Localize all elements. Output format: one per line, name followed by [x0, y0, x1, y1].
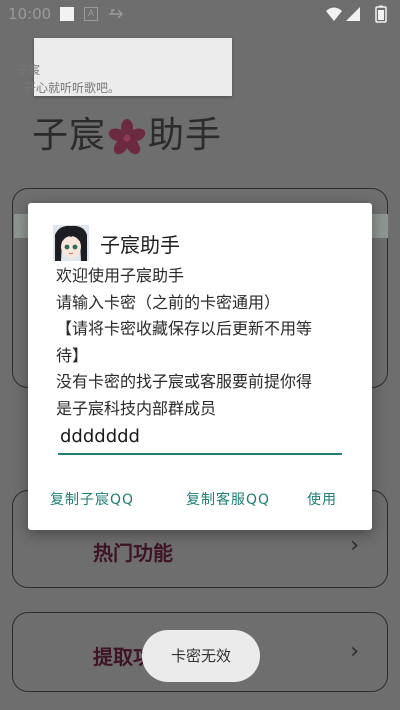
signal-icon	[346, 7, 360, 21]
message-line: 欢迎使用子宸助手	[56, 266, 185, 285]
app-title-part1: 子宸	[32, 115, 107, 156]
chevron-right-icon: ›	[350, 533, 359, 558]
message-line: 【请将卡密收藏保存以后更新不用等	[56, 319, 313, 338]
message-line: 请输入卡密（之前的卡密通用）	[56, 292, 281, 312]
usb-icon	[108, 7, 124, 21]
dialog-message: 欢迎使用子宸助手 请输入卡密（之前的卡密通用） 【请将卡密收藏保存以后更新不用等…	[56, 263, 352, 422]
status-bar: 10:00 A	[0, 0, 400, 30]
card-key-input[interactable]	[58, 423, 342, 455]
popup-line1: 子宸	[16, 63, 41, 77]
copy-zichen-qq-button[interactable]: 复制子宸QQ	[50, 489, 134, 509]
copy-service-qq-button[interactable]: 复制客服QQ	[186, 489, 270, 509]
message-line: 是子宸科技内部群成员	[56, 398, 217, 418]
sakura-flower-icon	[107, 117, 147, 157]
battery-icon	[375, 5, 387, 23]
notification-icon	[60, 7, 74, 21]
hot-features-label: 热门功能	[93, 541, 173, 565]
avatar	[53, 225, 89, 261]
use-button[interactable]: 使用	[307, 489, 337, 509]
message-line: 没有卡密的找子宸或客服要前提你得	[56, 372, 313, 391]
status-time: 10:00	[8, 5, 52, 23]
dialog-title: 子宸助手	[100, 233, 180, 257]
a-icon: A	[84, 7, 98, 21]
toast-message: 卡密无效	[142, 630, 260, 682]
app-title-part2: 助手	[148, 115, 223, 156]
chevron-right-icon: ›	[350, 639, 359, 664]
card-key-dialog: 子宸助手 欢迎使用子宸助手 请输入卡密（之前的卡密通用） 【请将卡密收藏保存以后…	[28, 203, 372, 530]
message-line: 待】	[56, 345, 89, 365]
wifi-icon	[326, 7, 342, 21]
app-title: 子宸 助手	[32, 106, 222, 158]
popup-line2: 开心就听听歌吧。	[24, 81, 121, 95]
